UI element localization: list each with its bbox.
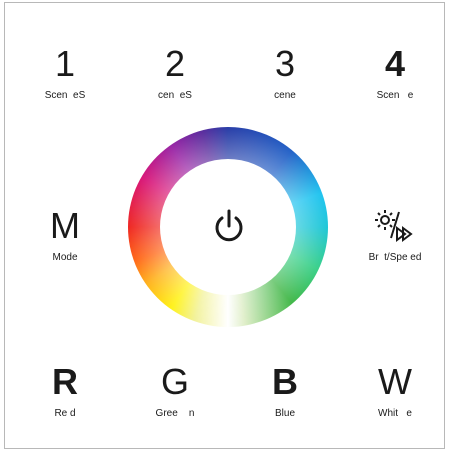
green-button[interactable]: G Gree n [130,362,220,420]
blue-button[interactable]: B Blue [240,362,330,420]
scene-1-number: 1 [54,43,76,84]
scene-2-button[interactable]: 2 cen eS [130,44,220,102]
scene-3-label: cene [274,90,296,101]
blue-label: Blue [274,408,295,419]
red-label: Re d [54,408,76,419]
scene-1-label: Scen eS [44,90,86,101]
blue-letter: B [272,361,298,402]
green-label: Gree n [155,408,195,419]
mode-label: Mode [52,252,78,263]
mode-letter: M [50,205,80,246]
red-letter: R [52,361,78,402]
scene-4-number: 4 [384,43,406,84]
scene-4-button[interactable]: 4 Scen e [350,44,440,102]
power-icon[interactable] [213,209,245,245]
red-button[interactable]: R Re d [20,362,110,420]
brightness-speed-icon [350,206,440,246]
scene-3-button[interactable]: 3 cene [240,44,330,102]
white-letter: W [378,361,412,402]
scene-2-label: cen eS [158,90,192,101]
mode-button[interactable]: M Mode [20,206,110,264]
brightness-speed-label: Br t/Spe ed [368,252,422,263]
scene-1-button[interactable]: 1 Scen eS [20,44,110,102]
scene-3-number: 3 [274,43,296,84]
white-button[interactable]: W Whit e [350,362,440,420]
scene-2-number: 2 [164,43,186,84]
brightness-speed-button[interactable]: Br t/Spe ed [350,206,440,264]
white-label: Whit e [378,408,412,419]
scene-4-label: Scen e [376,90,414,101]
green-letter: G [160,361,189,402]
